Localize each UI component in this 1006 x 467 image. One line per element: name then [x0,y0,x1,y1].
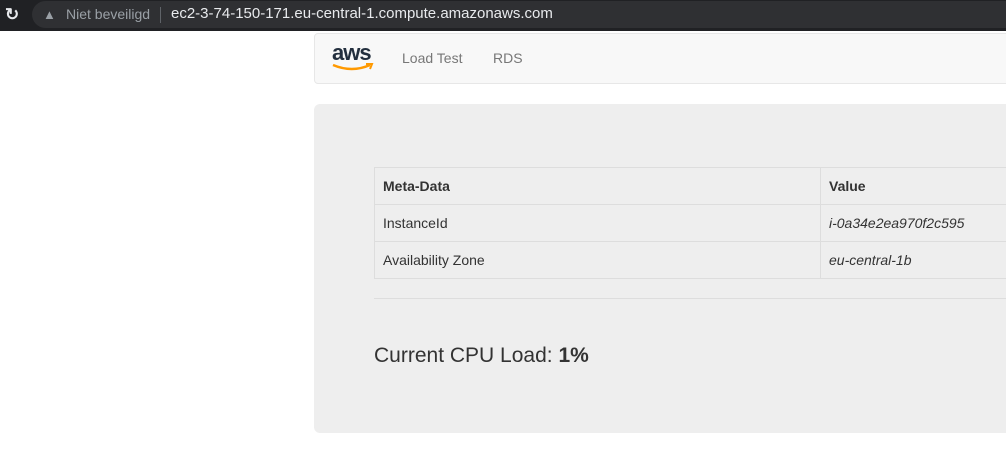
aws-logo[interactable]: aws [332,42,374,74]
header-value: Value [820,167,1006,205]
row-value: eu-central-1b [820,241,1006,279]
content-panel: Meta-Data Value InstanceId i-0a34e2ea970… [314,104,1006,433]
cpu-load: Current CPU Load: 1% [374,344,589,368]
logo-text: aws [332,40,372,65]
row-key: Availability Zone [374,241,821,279]
nav-rds[interactable]: RDS [493,50,523,66]
metadata-table: Meta-Data Value InstanceId i-0a34e2ea970… [374,167,1006,279]
header-meta-data: Meta-Data [374,167,821,205]
reload-icon[interactable]: ↻ [5,5,19,25]
browser-toolbar: ↻ ▲ Niet beveiligd ec2-3-74-150-171.eu-c… [0,0,1006,31]
divider [160,7,161,23]
table-row: Availability Zone eu-central-1b [374,241,1006,279]
navbar: aws Load Test RDS [314,33,1006,84]
nav-load-test[interactable]: Load Test [402,50,462,66]
smile-arrow-icon [332,63,374,71]
row-key: InstanceId [374,204,821,242]
warning-icon[interactable]: ▲ [43,7,56,22]
divider [374,298,1006,299]
cpu-load-value: 1% [558,344,589,367]
row-value: i-0a34e2ea970f2c595 [820,204,1006,242]
url-text[interactable]: ec2-3-74-150-171.eu-central-1.compute.am… [171,5,553,22]
table-row: InstanceId i-0a34e2ea970f2c595 [374,204,1006,242]
security-label[interactable]: Niet beveiligd [66,6,150,22]
table-header-row: Meta-Data Value [374,167,1006,205]
cpu-load-label: Current CPU Load: [374,344,553,367]
